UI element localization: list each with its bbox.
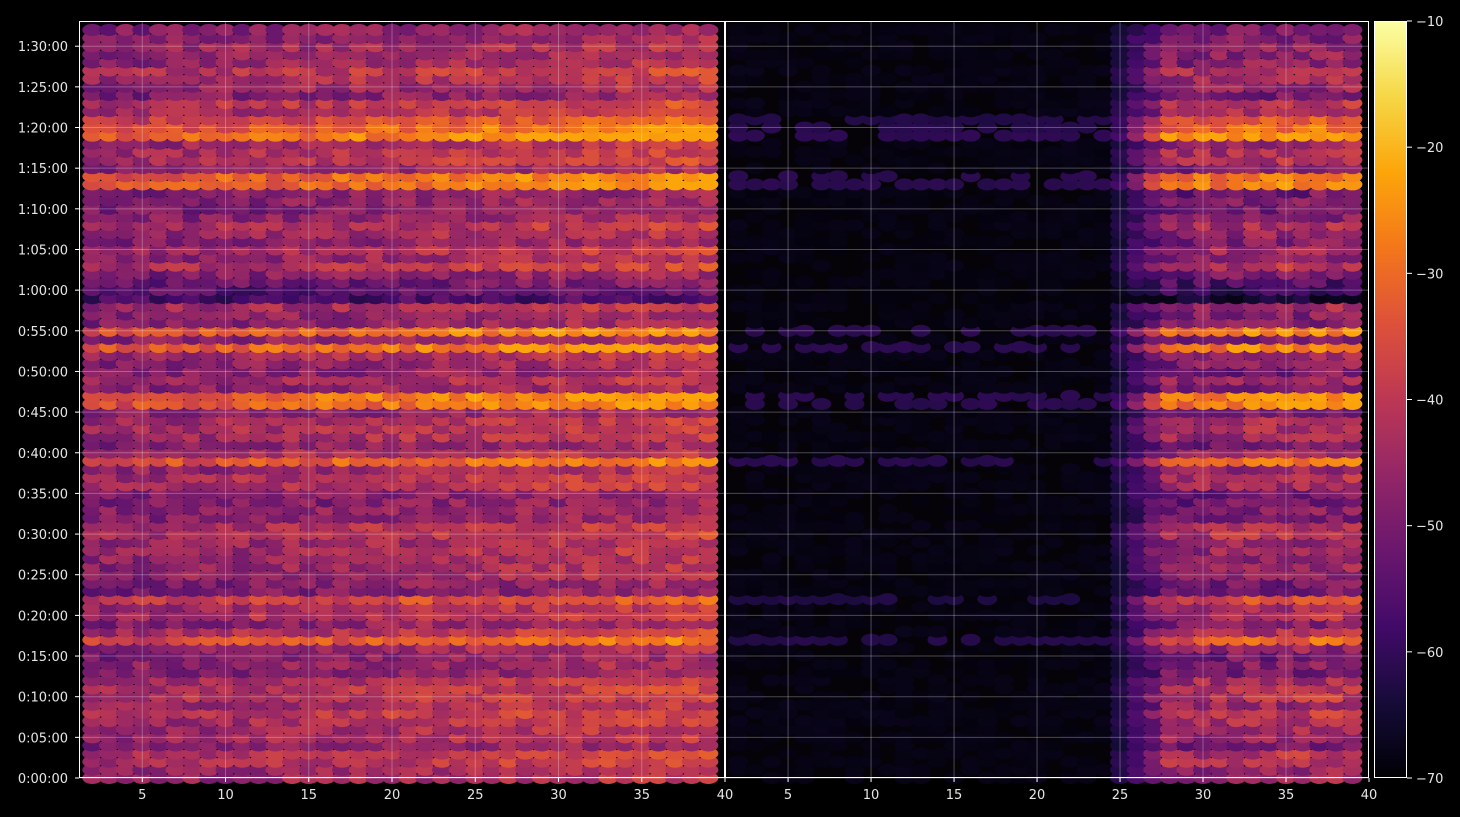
heatmap-cell: [1043, 715, 1064, 728]
heatmap-cell: [1043, 536, 1064, 549]
heatmap-cell: [877, 552, 898, 565]
left-panel: [79, 21, 725, 784]
heatmap-cell: [960, 633, 981, 646]
heatmap-cell: [993, 674, 1014, 687]
heatmap-cell: [877, 430, 898, 443]
heatmap-cell: [811, 397, 832, 410]
heatmap-cell: [761, 755, 782, 768]
heatmap-cell: [960, 601, 981, 614]
heatmap-cell: [877, 658, 898, 671]
heatmap-cell: [1076, 576, 1097, 589]
heatmap-cell: [877, 503, 898, 516]
heatmap-cell: [728, 674, 749, 687]
heatmap-cell: [993, 658, 1014, 671]
heatmap-cell: [894, 544, 915, 557]
heatmap-cell: [1076, 519, 1097, 532]
heatmap-cell: [1060, 593, 1081, 606]
heatmap-cell: [744, 763, 765, 776]
heatmap-cell: [1060, 463, 1081, 476]
heatmap-cell: [744, 739, 765, 752]
heatmap-cell: [894, 576, 915, 589]
heatmap-cell: [827, 422, 848, 435]
heatmap-cell: [894, 641, 915, 654]
heatmap-cell: [1076, 617, 1097, 630]
heatmap-cell: [927, 454, 948, 467]
heatmap-cell: [927, 625, 948, 638]
heatmap-cell: [977, 641, 998, 654]
heatmap-cell: [910, 763, 931, 776]
heatmap-cell: [1010, 438, 1031, 451]
heatmap-cell: [844, 511, 865, 524]
heatmap-cell: [827, 658, 848, 671]
heatmap-cell: [910, 536, 931, 549]
heatmap-cell: [960, 471, 981, 484]
heatmap-cell: [910, 414, 931, 427]
heatmap-cell: [910, 519, 931, 532]
heatmap-cell: [744, 471, 765, 484]
heatmap-cell: [1043, 560, 1064, 573]
heatmap-cell: [728, 715, 749, 728]
heatmap-cell: [910, 658, 931, 671]
heatmap-cell: [1060, 723, 1081, 736]
heatmap-cell: [894, 511, 915, 524]
heatmap-cell: [761, 552, 782, 565]
heatmap-cell: [960, 519, 981, 532]
heatmap-cell: [1060, 389, 1081, 402]
heatmap-cell: [877, 593, 898, 606]
heatmap-cell: [728, 755, 749, 768]
heatmap-cell: [1060, 495, 1081, 508]
heatmap-cell: [993, 536, 1014, 549]
heatmap-cell: [794, 511, 815, 524]
heatmap-cell: [927, 674, 948, 687]
heatmap-cell: [1076, 755, 1097, 768]
heatmap-cell: [1043, 739, 1064, 752]
heatmap-chart: 0:00:000:05:000:10:000:15:000:20:000:25:…: [0, 0, 1460, 817]
heatmap-cell: [1076, 397, 1097, 410]
heatmap-cell: [728, 503, 749, 516]
right-panel: [725, 21, 1369, 784]
heatmap-cell: [910, 495, 931, 508]
heatmap-cell: [877, 633, 898, 646]
heatmap-cell: [698, 23, 719, 36]
